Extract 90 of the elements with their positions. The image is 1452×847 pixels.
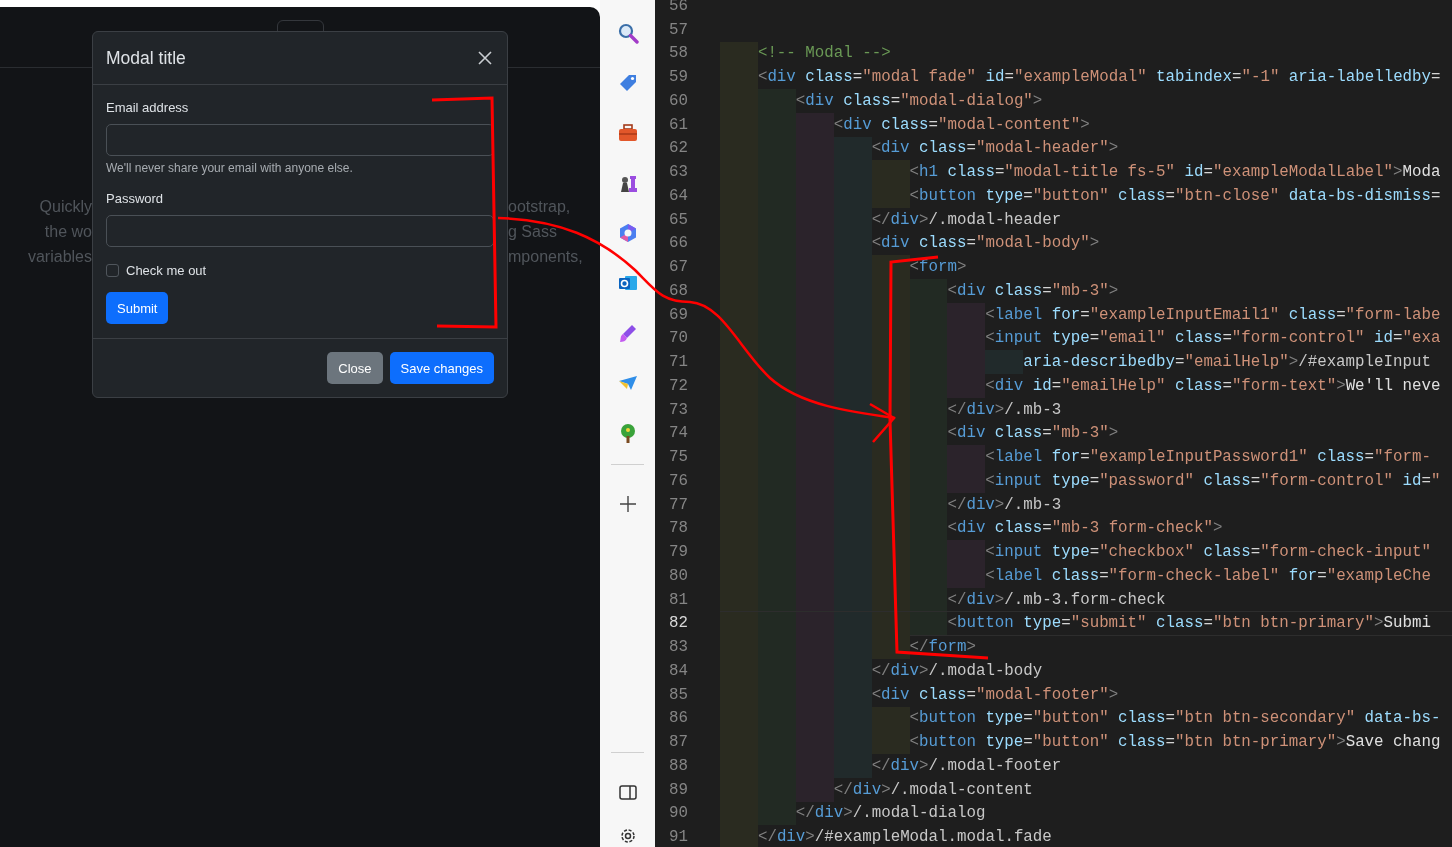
code-line: </div>/.modal-footer (720, 754, 1452, 778)
code-line: <input type="password" class="form-control" id=" (720, 469, 1452, 493)
line-number: 74 (668, 424, 689, 443)
hero-text: variables (26, 247, 92, 267)
code-line: </div>/#exampleModal.modal.fade (720, 825, 1452, 847)
input-field[interactable] (106, 215, 494, 247)
hero-text: Quickly (38, 197, 92, 217)
line-number: 72 (668, 376, 689, 395)
code-line: </div>/.modal-header (720, 207, 1452, 232)
field-label: Email address (106, 100, 190, 116)
line-number: 75 (668, 448, 689, 467)
code-line: <div class="modal-footer"> (720, 682, 1452, 707)
code-line: <div class="mb-3"> (720, 279, 1452, 303)
code-line: <h1 class="modal-title fs-5" id="exampleModalLabel">Moda (720, 160, 1452, 184)
code-line: <div class="modal-dialog"> (720, 89, 1452, 113)
line-number: 58 (668, 44, 689, 63)
line-number: 85 (668, 685, 689, 704)
code-line: </div>/.mb-3 (720, 397, 1452, 422)
code-line: <!-- Modal --> (720, 41, 1452, 66)
line-number: 83 (668, 638, 689, 657)
code-line: <div class="modal-body"> (720, 231, 1452, 256)
line-number: 79 (668, 543, 689, 562)
input-field[interactable] (106, 124, 494, 156)
line-number: 77 (668, 495, 689, 514)
code-line: <label for="exampleInputPassword1" class="form- (720, 445, 1452, 469)
toolbox-icon[interactable] (616, 122, 639, 144)
line-number: 89 (668, 780, 689, 799)
code-line: <div class="mb-3 form-check"> (720, 516, 1452, 541)
code-line: <div class="modal-content"> (720, 112, 1452, 137)
code-line: <button type="button" class="btn btn-secondary" data-bs- (720, 706, 1452, 731)
line-number: 82 (668, 614, 689, 633)
code-line: </div>/.mb-3.form-check (720, 587, 1452, 612)
code-line: </div>/.modal-dialog (720, 801, 1452, 826)
code-line: <div id="emailHelp" class="form-text">We'll neve (720, 374, 1452, 398)
line-number: 61 (668, 115, 689, 134)
line-number: 84 (668, 661, 689, 680)
code-line: aria-describedby="emailHelp">/#exampleInput (720, 350, 1452, 374)
code-line: <input type="checkbox" class="form-check-input" (720, 540, 1452, 564)
hero-text: the wo (43, 222, 92, 242)
code-line: <div class="mb-3"> (720, 421, 1452, 446)
footer-button[interactable]: Save changes (389, 352, 494, 384)
close-icon (478, 51, 492, 65)
line-number: 64 (668, 186, 689, 205)
line-number: 76 (668, 471, 689, 490)
code-line: <form> (720, 255, 1452, 279)
code-line: </div>/.mb-3 (720, 492, 1452, 517)
hero-text: ootstrap, (508, 197, 572, 217)
line-number: 63 (668, 163, 689, 182)
checkbox[interactable] (106, 264, 119, 277)
line-number: 70 (668, 329, 689, 348)
code-line: <label for="exampleInputEmail1" class="form-labe (720, 302, 1452, 327)
footer-button[interactable]: Close (327, 352, 383, 384)
modal-title: Modal title (106, 47, 186, 69)
line-number: 66 (668, 234, 689, 253)
line-number: 88 (668, 756, 689, 775)
line-number: 73 (668, 400, 689, 419)
hero-text: g Sass (508, 222, 558, 242)
line-number: 91 (668, 828, 689, 847)
line-number: 67 (668, 258, 689, 277)
line-number: 60 (668, 91, 689, 110)
code-line: <button type="button" class="btn-close" data-bs-dismiss= (720, 184, 1452, 208)
line-number: 68 (668, 281, 689, 300)
line-number: 86 (668, 709, 689, 728)
line-number: 80 (668, 566, 689, 585)
line-number: 81 (668, 590, 689, 609)
hero-text: mponents, (508, 247, 584, 267)
search-icon[interactable] (616, 22, 639, 44)
submit-button[interactable]: Submit (106, 292, 169, 324)
line-number: 90 (668, 804, 689, 823)
line-number: 78 (668, 519, 689, 538)
help-text: We'll never share your email with anyone else. (106, 161, 354, 175)
code-line: <div class="modal-header"> (720, 136, 1452, 161)
code-line: <div class="modal fade" id="exampleModal" tabindex="-1" aria-labelledby= (720, 65, 1452, 89)
code-line: <button type="submit" class="btn btn-primary">Submi (720, 611, 1452, 636)
code-line: </div>/.modal-content (720, 777, 1452, 802)
line-number: 65 (668, 210, 689, 229)
line-number: 69 (668, 305, 689, 324)
line-number: 57 (668, 20, 689, 39)
line-number: 87 (668, 733, 689, 752)
checkbox-label: Check me out (126, 263, 207, 278)
code-line: <label class="form-check-label" for="exampleChe (720, 564, 1452, 588)
field-label: Password (106, 191, 165, 207)
code-line: </div>/.modal-body (720, 659, 1452, 683)
code-line: <button type="button" class="btn btn-primary">Save chang (720, 730, 1452, 754)
line-number: 62 (668, 139, 689, 158)
line-number: 71 (668, 353, 689, 372)
line-number: 59 (668, 68, 689, 87)
code-line: </form> (720, 635, 1452, 659)
code-line: <input type="email" class="form-control" id="exa (720, 326, 1452, 351)
line-number: 56 (668, 0, 689, 15)
